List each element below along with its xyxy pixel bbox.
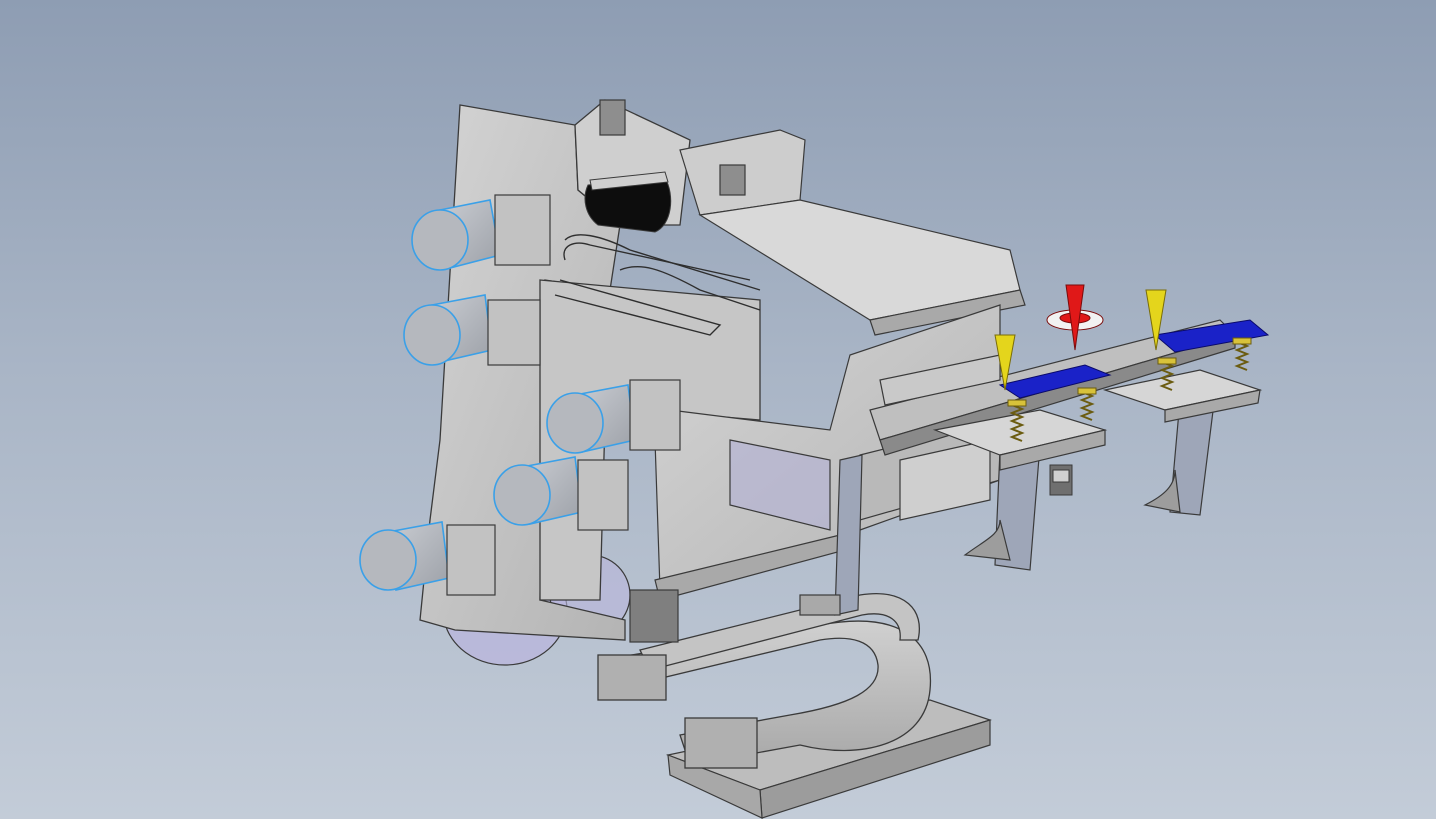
sensor-block[interactable] <box>1049 464 1073 496</box>
gravity-marker[interactable] <box>1046 284 1104 351</box>
cad-model[interactable] <box>0 0 1436 819</box>
black-roller[interactable] <box>584 171 672 233</box>
graphics-viewport[interactable] <box>0 0 1436 819</box>
motor-5[interactable] <box>359 521 450 591</box>
